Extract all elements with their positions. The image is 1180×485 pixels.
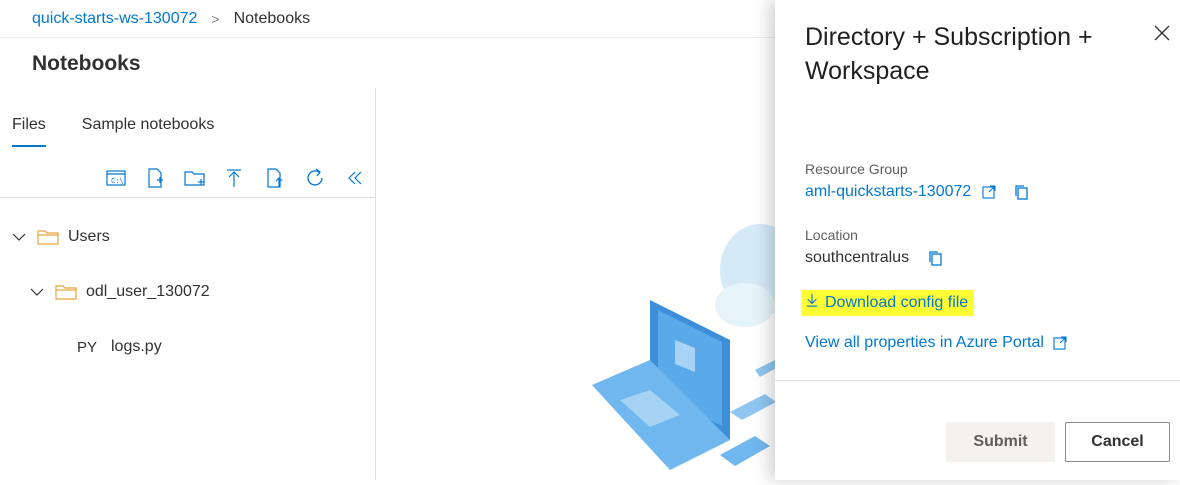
refresh-icon[interactable] <box>303 166 327 190</box>
new-file-icon[interactable] <box>143 166 167 190</box>
upload-icon[interactable] <box>222 166 246 190</box>
location-value: southcentralus <box>805 249 910 266</box>
external-link-icon[interactable] <box>1052 335 1068 351</box>
resource-group-field: aml-quickstarts-130072 <box>805 183 1029 201</box>
terminal-icon[interactable]: C:\ <box>104 166 128 190</box>
external-link-icon[interactable] <box>981 184 997 200</box>
workspace-panel: Directory + Subscription + Workspace Res… <box>775 0 1180 480</box>
upload-folder-icon[interactable] <box>263 166 287 190</box>
notebook-illustration <box>580 200 800 480</box>
folder-icon <box>54 283 78 301</box>
panel-title: Directory + Subscription + Workspace <box>805 23 1093 85</box>
panel-divider <box>775 380 1180 381</box>
page-title: Notebooks <box>32 52 141 75</box>
file-toolbar: C:\ <box>0 160 376 198</box>
breadcrumb-workspace-link[interactable]: quick-starts-ws-130072 <box>32 10 197 28</box>
tree-item-users[interactable]: Users <box>0 220 385 254</box>
chevron-down-icon[interactable] <box>28 283 46 301</box>
tree-item-label: logs.py <box>111 338 162 355</box>
python-file-icon: PY <box>77 338 98 356</box>
collapse-icon[interactable] <box>343 166 367 190</box>
tree-item-logs-py[interactable]: PY logs.py <box>0 330 452 364</box>
view-all-properties-label: View all properties in Azure Portal <box>805 334 1044 351</box>
breadcrumb: quick-starts-ws-130072 > Notebooks <box>0 0 775 38</box>
breadcrumb-current: Notebooks <box>233 9 311 27</box>
location-field: southcentralus <box>805 249 943 267</box>
close-icon[interactable] <box>1151 22 1173 44</box>
file-panel: Files Sample notebooks C:\ Users odl_use… <box>0 88 376 480</box>
cancel-button[interactable]: Cancel <box>1065 422 1170 462</box>
view-all-properties-link[interactable]: View all properties in Azure Portal <box>805 334 1068 352</box>
download-icon <box>805 292 819 313</box>
download-config-link[interactable]: Download config file <box>801 290 975 316</box>
breadcrumb-separator: > <box>211 10 220 27</box>
tree-item-label: Users <box>68 228 110 245</box>
resource-group-label: Resource Group <box>805 161 908 177</box>
copy-icon[interactable] <box>927 250 943 266</box>
tab-sample-notebooks[interactable]: Sample notebooks <box>82 116 215 134</box>
cloud-shape <box>715 283 775 327</box>
new-folder-icon[interactable] <box>183 166 207 190</box>
resource-group-link[interactable]: aml-quickstarts-130072 <box>805 183 971 201</box>
svg-text:C:\: C:\ <box>111 177 124 185</box>
tree-item-label: odl_user_130072 <box>86 283 210 300</box>
tree-item-odl-user[interactable]: odl_user_130072 <box>0 275 403 309</box>
submit-button[interactable]: Submit <box>946 422 1055 462</box>
folder-icon <box>36 228 60 246</box>
tab-files[interactable]: Files <box>12 116 46 147</box>
download-config-label: Download config file <box>825 293 969 311</box>
chip-shape <box>730 394 776 420</box>
file-tabs: Files Sample notebooks <box>12 116 215 147</box>
chevron-down-icon[interactable] <box>10 228 28 246</box>
copy-icon[interactable] <box>1013 184 1029 200</box>
location-label: Location <box>805 227 858 243</box>
